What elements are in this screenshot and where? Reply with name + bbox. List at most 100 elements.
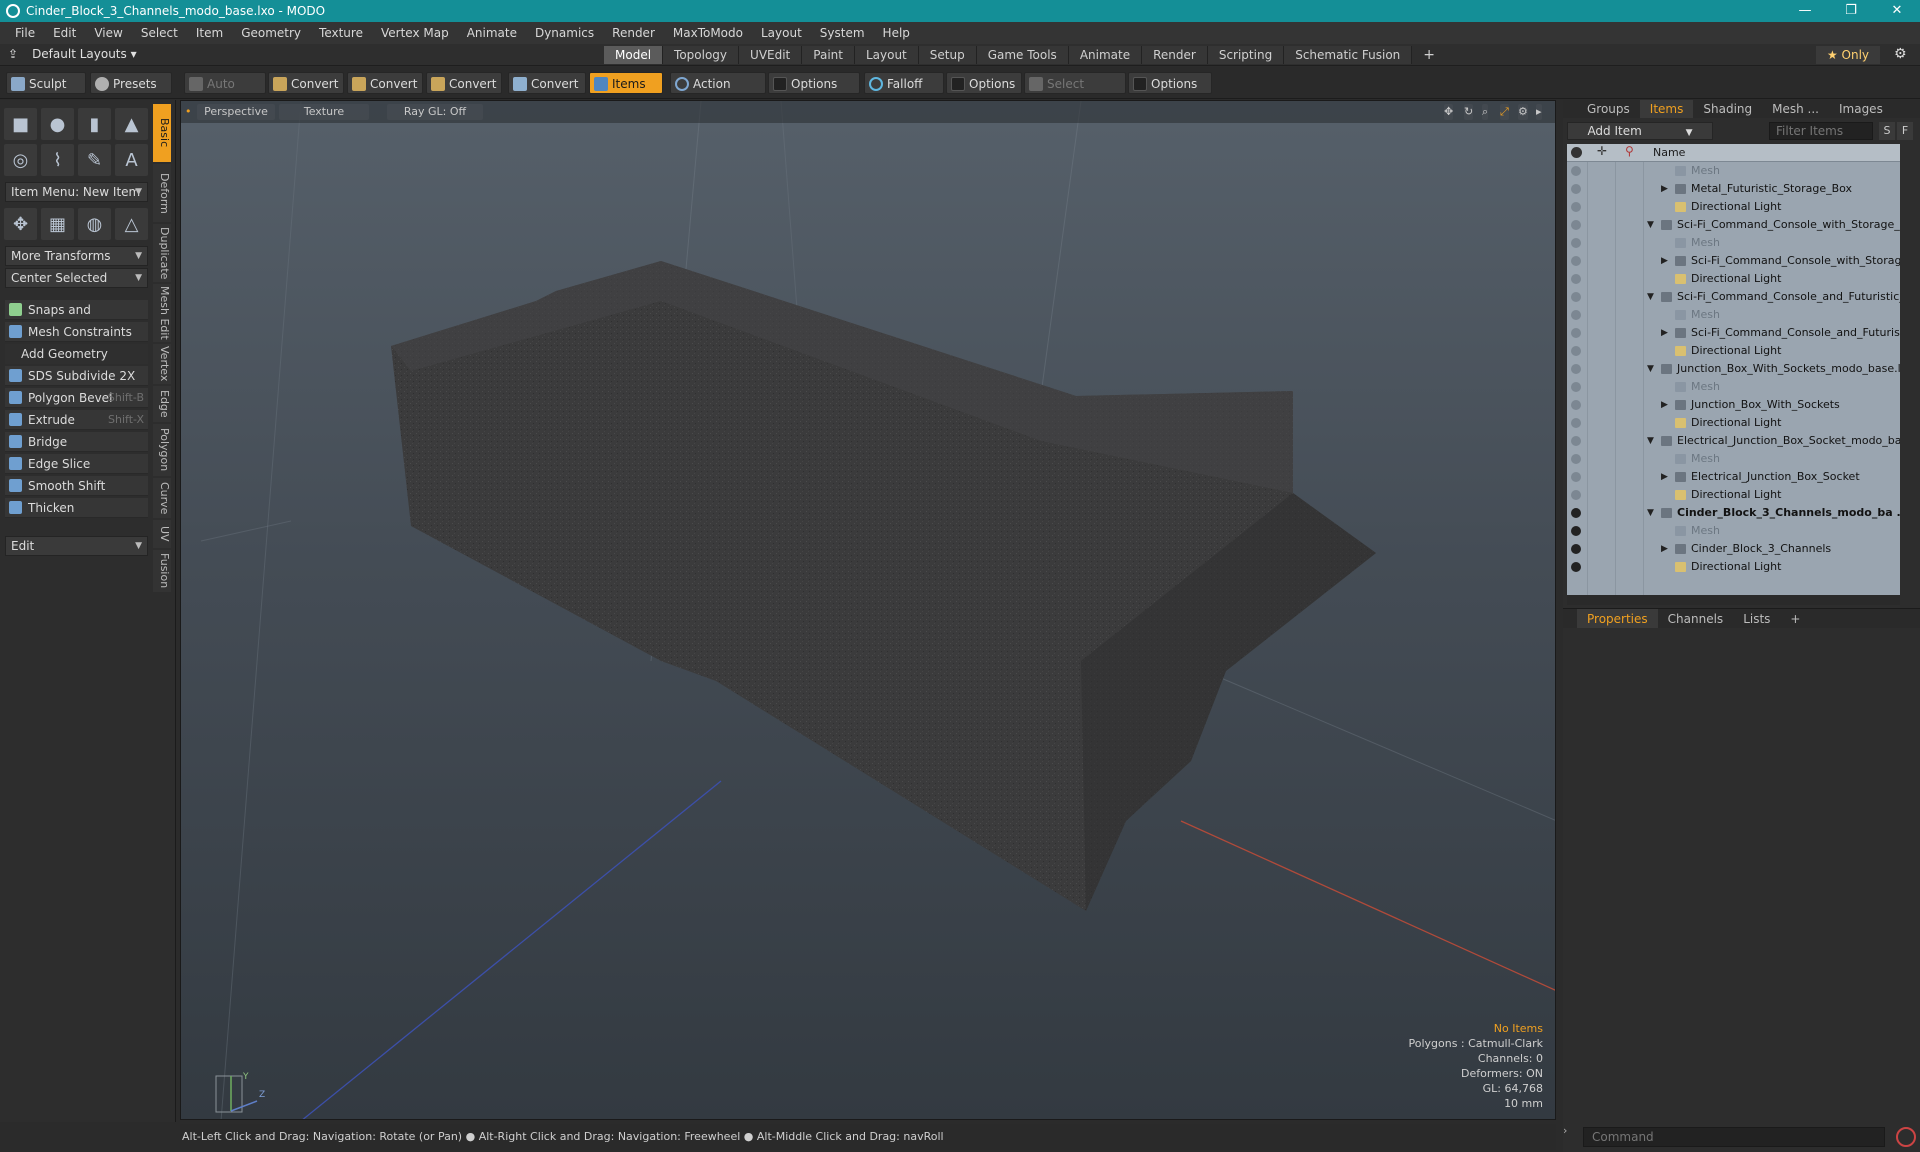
- command-expand-icon[interactable]: ›: [1563, 1124, 1575, 1137]
- item-row[interactable]: ▶ Sci-Fi_Command_Console_and_Futuristi ..…: [1567, 324, 1900, 342]
- scene-row[interactable]: ▼ Junction_Box_With_Sockets_modo_base.lxo: [1567, 360, 1900, 378]
- globe-icon[interactable]: ◍: [78, 208, 111, 240]
- vtab-deform[interactable]: Deform: [153, 164, 171, 222]
- light-row[interactable]: Directional Light: [1567, 270, 1900, 288]
- perspective-dropdown[interactable]: Perspective: [197, 104, 275, 120]
- convert-polygons-button[interactable]: Convert: [426, 72, 502, 94]
- tab-render[interactable]: Render: [1142, 46, 1208, 64]
- 3d-viewport[interactable]: Y Z • Perspective Texture Ray GL: Off ✥ …: [180, 100, 1556, 1120]
- texture-dropdown[interactable]: Texture: [279, 104, 369, 120]
- tab-game-tools[interactable]: Game Tools: [976, 46, 1069, 64]
- items-mode-button[interactable]: Items: [589, 72, 663, 94]
- visibility-eye-icon[interactable]: [1571, 202, 1581, 212]
- vtab-fusion[interactable]: Fusion: [153, 550, 171, 592]
- item-row[interactable]: ▶ Metal_Futuristic_Storage_Box: [1567, 180, 1900, 198]
- command-input[interactable]: [1583, 1127, 1885, 1147]
- close-button[interactable]: ✕: [1874, 0, 1920, 22]
- command-record-icon[interactable]: [1896, 1127, 1916, 1147]
- pan-icon[interactable]: ✥: [1444, 104, 1454, 120]
- visibility-eye-icon[interactable]: [1571, 292, 1581, 302]
- tab-images[interactable]: Images: [1829, 100, 1893, 118]
- rotate-icon[interactable]: ↻: [1464, 104, 1474, 120]
- light-row[interactable]: Directional Light: [1567, 558, 1900, 576]
- visibility-eye-icon[interactable]: [1571, 508, 1581, 518]
- viewport-expand-icon[interactable]: ▸: [1536, 104, 1542, 120]
- tab-animate[interactable]: Animate: [1068, 46, 1143, 64]
- zoom-icon[interactable]: ⌕: [1482, 104, 1489, 120]
- vtab-mesh-edit[interactable]: Mesh Edit: [153, 284, 171, 342]
- edge-slice-button[interactable]: Edge Slice: [5, 454, 148, 474]
- snaps-precision-button[interactable]: Snaps and Precision: [5, 300, 148, 337]
- tab-paint[interactable]: Paint: [802, 46, 855, 64]
- menu-vertex-map[interactable]: Vertex Map: [372, 26, 458, 40]
- sphere-icon[interactable]: ●: [41, 108, 74, 140]
- visibility-eye-icon[interactable]: [1571, 364, 1581, 374]
- thicken-button[interactable]: Thicken: [5, 498, 148, 518]
- item-row[interactable]: ▶ Cinder_Block_3_Channels: [1567, 540, 1900, 558]
- scene-row[interactable]: ▼ Cinder_Block_3_Channels_modo_ba ...: [1567, 504, 1900, 522]
- expand-right-icon[interactable]: ▶: [1661, 468, 1668, 486]
- sculpt-button[interactable]: Sculpt: [6, 72, 86, 94]
- scene-row[interactable]: ▼ Sci-Fi_Command_Console_and_Futuristic_ …: [1567, 288, 1900, 306]
- pen-icon[interactable]: ✎: [78, 144, 111, 176]
- mesh-row[interactable]: Mesh: [1567, 306, 1900, 324]
- torus-icon[interactable]: ◎: [4, 144, 37, 176]
- expand-right-icon[interactable]: ▶: [1661, 540, 1668, 558]
- f-button[interactable]: F: [1897, 122, 1913, 140]
- center-selected-dropdown[interactable]: Center Selected ▼: [5, 268, 148, 288]
- action-center-button[interactable]: Action Center: [670, 72, 766, 113]
- type-header-icon[interactable]: ⚲: [1625, 144, 1634, 158]
- tab-items[interactable]: Items: [1639, 100, 1694, 118]
- presets-button[interactable]: Presets F6: [90, 72, 172, 113]
- vtab-polygon[interactable]: Polygon: [153, 424, 171, 476]
- visibility-eye-icon[interactable]: [1571, 436, 1581, 446]
- minimize-button[interactable]: —: [1782, 0, 1828, 22]
- tab-uvedit[interactable]: UVEdit: [739, 46, 803, 64]
- menu-edit[interactable]: Edit: [44, 26, 85, 40]
- expand-down-icon[interactable]: ▼: [1647, 504, 1654, 522]
- action-center-options-button[interactable]: Options: [768, 72, 860, 94]
- edit-dropdown[interactable]: Edit ▼: [5, 536, 148, 556]
- visibility-eye-icon[interactable]: [1571, 400, 1581, 410]
- visibility-eye-icon[interactable]: [1571, 256, 1581, 266]
- tab-schematic-fusion[interactable]: Schematic Fusion: [1284, 46, 1413, 64]
- visibility-eye-icon[interactable]: [1571, 526, 1581, 536]
- cylinder-icon[interactable]: ▮: [78, 108, 111, 140]
- tab-lists[interactable]: Lists: [1733, 609, 1780, 628]
- tab-model[interactable]: Model: [604, 46, 664, 64]
- expand-down-icon[interactable]: ▼: [1647, 432, 1654, 450]
- select-through-options-button[interactable]: Options: [1128, 72, 1212, 94]
- tree-horizontal-scrollbar[interactable]: [1567, 595, 1900, 605]
- expand-down-icon[interactable]: ▼: [1647, 216, 1654, 234]
- tab-channels[interactable]: Channels: [1658, 609, 1734, 628]
- visibility-eye-icon[interactable]: [1571, 544, 1581, 554]
- visibility-eye-icon[interactable]: [1571, 472, 1581, 482]
- visibility-eye-icon[interactable]: [1571, 490, 1581, 500]
- menu-dynamics[interactable]: Dynamics: [526, 26, 603, 40]
- visibility-eye-icon[interactable]: [1571, 166, 1581, 176]
- visibility-eye-icon[interactable]: [1571, 382, 1581, 392]
- grid-icon[interactable]: ▦: [41, 208, 74, 240]
- extrude-button[interactable]: Extrude Shift-X: [5, 410, 148, 430]
- add-item-dropdown[interactable]: Add Item ▼: [1567, 122, 1713, 140]
- vtab-vertex[interactable]: Vertex: [153, 344, 171, 384]
- tab-groups[interactable]: Groups: [1577, 100, 1640, 118]
- add-tab-button[interactable]: +: [1412, 46, 1446, 64]
- polygon-bevel-button[interactable]: Polygon Bevel Shift-B: [5, 388, 148, 408]
- cone-icon[interactable]: ▲: [115, 108, 148, 140]
- raygl-dropdown[interactable]: Ray GL: Off: [387, 104, 483, 120]
- capsule-icon[interactable]: ⌇: [41, 144, 74, 176]
- convert-edges-button[interactable]: Convert: [347, 72, 423, 94]
- mesh-row[interactable]: Mesh: [1567, 450, 1900, 468]
- only-toggle[interactable]: ★ Only: [1816, 46, 1880, 64]
- vtab-edge[interactable]: Edge: [153, 386, 171, 422]
- scene-row[interactable]: ▼ Electrical_Junction_Box_Socket_modo_bas…: [1567, 432, 1900, 450]
- more-transforms-dropdown[interactable]: More Transforms ▼: [5, 246, 148, 266]
- falloff-button[interactable]: Falloff: [864, 72, 944, 94]
- light-row[interactable]: Directional Light: [1567, 414, 1900, 432]
- mesh-row[interactable]: Mesh: [1567, 162, 1900, 180]
- auto-select-button[interactable]: Auto Select: [184, 72, 266, 113]
- visibility-eye-icon[interactable]: [1571, 328, 1581, 338]
- viewport-menu-icon[interactable]: •: [185, 104, 192, 120]
- menu-system[interactable]: System: [811, 26, 874, 40]
